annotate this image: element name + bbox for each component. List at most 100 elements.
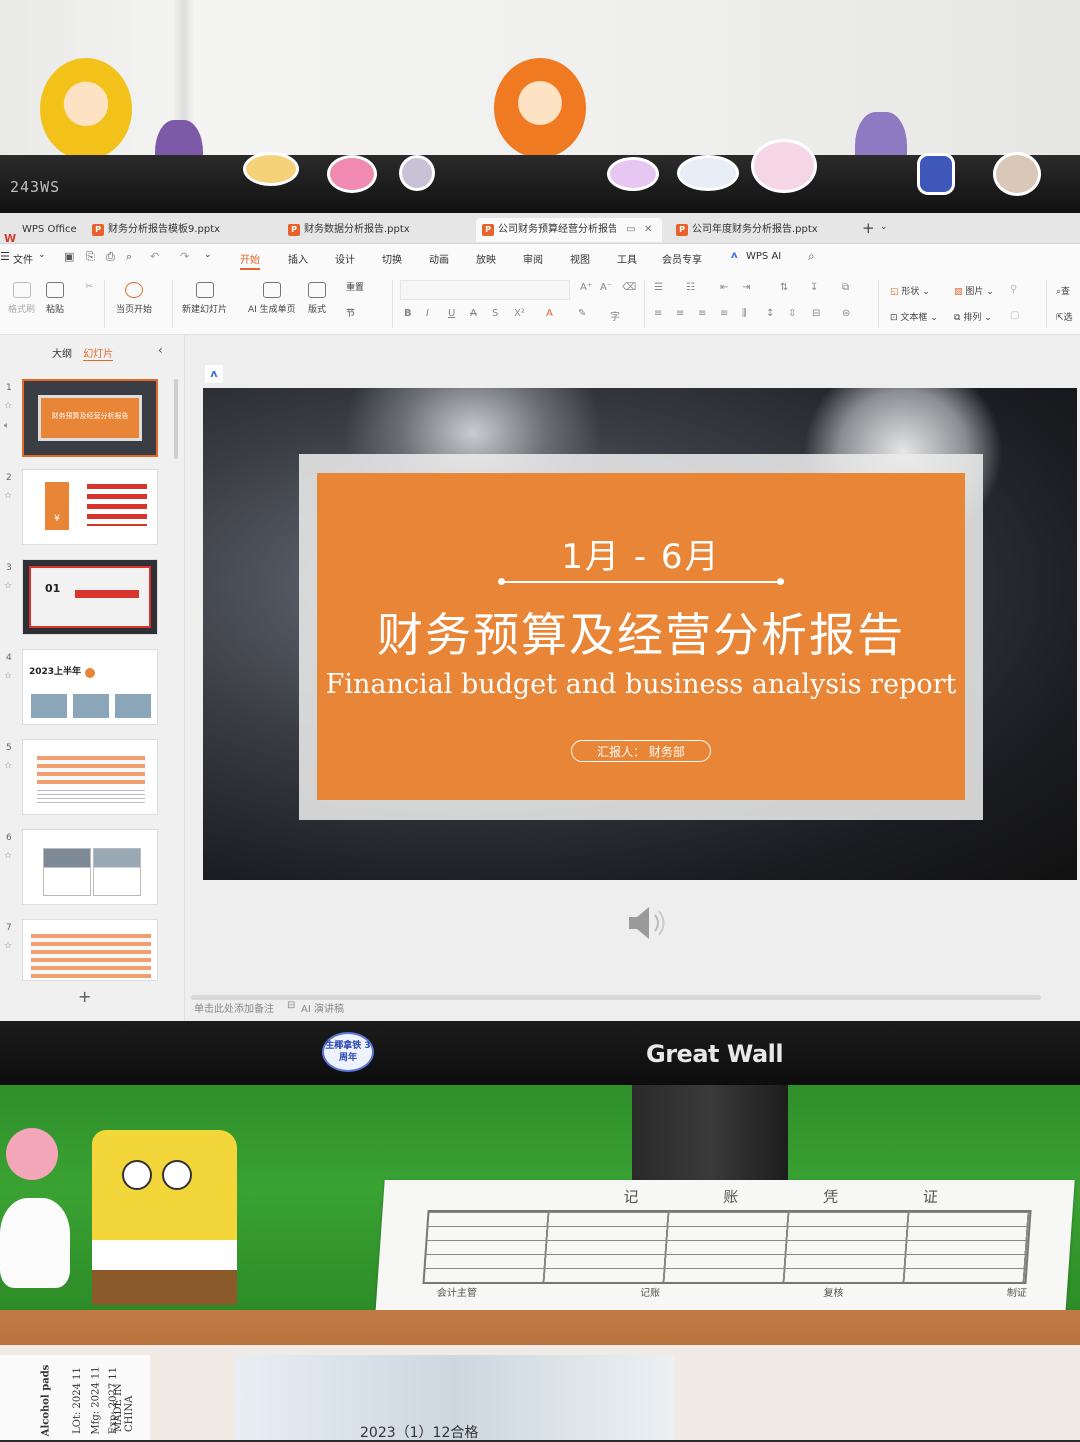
- slide-thumbnail[interactable]: 01: [22, 559, 158, 635]
- star-icon[interactable]: ☆: [4, 941, 12, 951]
- indent-decrease-icon[interactable]: ⇤: [720, 282, 728, 293]
- star-icon[interactable]: ☆: [4, 401, 12, 411]
- slide-thumbnail[interactable]: [22, 919, 158, 981]
- slide-thumbnail[interactable]: ¥: [22, 469, 158, 545]
- redo-icon[interactable]: ↷: [180, 250, 189, 263]
- font-size-down-icon[interactable]: A⁻: [600, 282, 612, 293]
- notes-placeholder[interactable]: 单击此处添加备注: [194, 1000, 274, 1015]
- tab-outline[interactable]: 大纲: [52, 349, 72, 360]
- text-direction-icon[interactable]: ⇅: [780, 282, 788, 293]
- tab-document[interactable]: P 公司年度财务分析报告.pptx: [670, 218, 856, 242]
- strikethrough-icon[interactable]: A: [470, 308, 477, 319]
- menu-slideshow[interactable]: 放映: [476, 251, 496, 266]
- paste-button[interactable]: 粘贴: [46, 282, 64, 315]
- justify-icon[interactable]: ≡: [720, 308, 728, 319]
- vertical-align-icon[interactable]: ⊟: [812, 308, 820, 319]
- star-icon[interactable]: ☆: [4, 851, 12, 861]
- slide-subtitle[interactable]: Financial budget and business analysis r…: [317, 669, 965, 700]
- menu-view[interactable]: 视图: [570, 251, 590, 266]
- numbered-list-icon[interactable]: ☷: [686, 282, 695, 293]
- arrange-button[interactable]: ⧉ 排列 ⌄: [954, 310, 992, 323]
- current-slide[interactable]: 1月 - 6月 财务预算及经营分析报告 Financial budget and…: [203, 388, 1077, 880]
- superscript-icon[interactable]: X²: [514, 308, 525, 319]
- menu-member[interactable]: 会员专享: [662, 251, 702, 266]
- menu-home[interactable]: 开始: [240, 251, 260, 270]
- ai-generate-button[interactable]: AI 生成单页: [248, 282, 296, 315]
- align-left-icon[interactable]: ≡: [654, 308, 662, 319]
- bullet-list-icon[interactable]: ☰: [654, 282, 663, 293]
- tab-document[interactable]: P 财务分析报告模板9.pptx: [86, 218, 272, 242]
- slide-date-range[interactable]: 1月 - 6月: [317, 529, 965, 578]
- tab-wps-office[interactable]: W WPS Office: [0, 218, 78, 242]
- indent-increase-icon[interactable]: ⇥: [742, 282, 750, 293]
- slide-thumbnail[interactable]: [22, 829, 158, 905]
- slide-thumbnail[interactable]: [22, 739, 158, 815]
- menu-animation[interactable]: 动画: [429, 251, 449, 266]
- tab-document[interactable]: P 财务数据分析报告.pptx: [282, 218, 468, 242]
- star-icon[interactable]: ☆: [4, 491, 12, 501]
- close-icon[interactable]: ✕: [644, 218, 652, 242]
- underline-icon[interactable]: U: [448, 308, 455, 319]
- wps-ai-icon[interactable]: ʌ: [205, 365, 223, 383]
- slide-title[interactable]: 财务预算及经营分析报告: [317, 599, 965, 665]
- columns-icon[interactable]: ⫼: [742, 308, 747, 319]
- format-painter-button[interactable]: 格式刷: [8, 282, 35, 315]
- slide-title-box[interactable]: 1月 - 6月 财务预算及经营分析报告 Financial budget and…: [317, 473, 965, 800]
- chevron-down-icon[interactable]: ⌄: [204, 250, 212, 260]
- font-color-icon[interactable]: A: [546, 308, 553, 319]
- undo-icon[interactable]: ↶: [150, 250, 159, 263]
- star-icon[interactable]: ☆: [4, 581, 12, 591]
- bold-icon[interactable]: B: [404, 308, 412, 319]
- highlight-icon[interactable]: ✎: [578, 308, 586, 319]
- text-effect-icon[interactable]: 字: [610, 308, 620, 323]
- line-spacing-icon[interactable]: ↕: [766, 308, 774, 319]
- fill-icon[interactable]: ⚲: [1010, 284, 1017, 295]
- menu-wps-ai[interactable]: WPS AI: [746, 251, 781, 262]
- select-button[interactable]: ⇱选: [1056, 310, 1073, 323]
- textbox-button[interactable]: ⊡ 文本框 ⌄: [890, 310, 938, 323]
- sort-icon[interactable]: ↧: [810, 282, 818, 293]
- hamburger-icon[interactable]: ☰: [0, 250, 10, 263]
- menu-transition[interactable]: 切换: [382, 251, 402, 266]
- cut-button[interactable]: ✂: [80, 282, 98, 302]
- menu-file[interactable]: 文件: [13, 251, 33, 266]
- slide-reporter[interactable]: 汇报人： 财务部: [571, 740, 711, 762]
- slide-thumbnail[interactable]: 财务预算及经营分析报告: [22, 379, 158, 457]
- add-slide-icon[interactable]: +: [78, 987, 91, 1006]
- new-slide-button[interactable]: 新建幻灯片: [182, 282, 227, 315]
- tab-document-active[interactable]: P 公司财务预算经营分析报告(1) ▭ ✕: [476, 218, 662, 242]
- picture-button[interactable]: ▨ 图片 ⌄: [954, 284, 994, 297]
- star-icon[interactable]: ☆: [4, 671, 12, 681]
- search-icon[interactable]: ⌕: [808, 249, 815, 264]
- ai-script-button[interactable]: AI 演讲稿: [301, 1000, 344, 1015]
- align-right-icon[interactable]: ≡: [698, 308, 706, 319]
- print-icon[interactable]: ⎙: [106, 250, 115, 264]
- paragraph-spacing-icon[interactable]: ⇳: [788, 308, 796, 319]
- find-button[interactable]: ⌕查: [1056, 284, 1070, 297]
- speaker-icon[interactable]: [627, 903, 671, 943]
- layout-button[interactable]: 版式: [308, 282, 326, 315]
- reset-button[interactable]: 重置: [346, 280, 364, 293]
- start-from-current-button[interactable]: 当页开始: [116, 282, 152, 315]
- align-center-icon[interactable]: ≡: [676, 308, 684, 319]
- shape-button[interactable]: ◱ 形状 ⌄: [890, 284, 930, 297]
- export-icon[interactable]: ⎘: [86, 250, 95, 264]
- section-button[interactable]: 节: [346, 306, 355, 319]
- slide-thumbnail[interactable]: 2023上半年: [22, 649, 158, 725]
- chevron-down-icon[interactable]: ⌄: [880, 222, 888, 232]
- save-icon[interactable]: ▣: [64, 250, 74, 263]
- font-name-select[interactable]: [400, 280, 570, 300]
- menu-insert[interactable]: 插入: [288, 251, 308, 266]
- menu-review[interactable]: 审阅: [523, 251, 543, 266]
- new-tab-plus-icon[interactable]: +: [862, 219, 875, 237]
- tab-slides[interactable]: 幻灯片: [83, 349, 114, 361]
- italic-icon[interactable]: I: [426, 308, 429, 319]
- outline-icon[interactable]: ▢: [1010, 310, 1019, 321]
- print-preview-icon[interactable]: ⌕: [126, 250, 132, 264]
- font-size-up-icon[interactable]: A⁺: [580, 282, 592, 293]
- panel-scrollbar[interactable]: [174, 379, 178, 459]
- clear-format-icon[interactable]: ⌫: [622, 282, 636, 293]
- star-icon[interactable]: ☆: [4, 761, 12, 771]
- monitor-icon[interactable]: ▭: [626, 218, 635, 242]
- collapse-panel-icon[interactable]: ‹: [158, 343, 163, 357]
